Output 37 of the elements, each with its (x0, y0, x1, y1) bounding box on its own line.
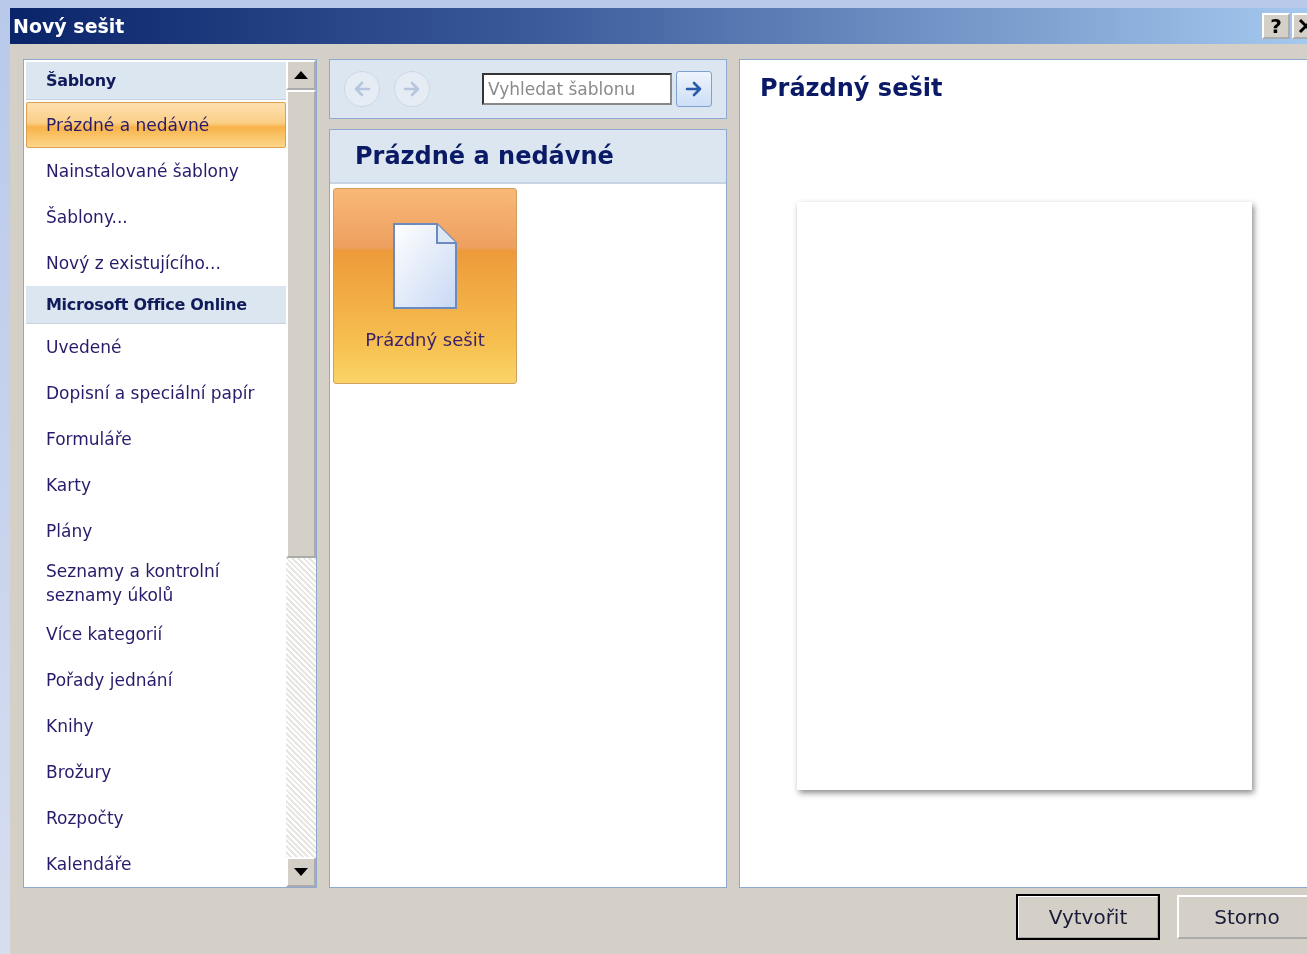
search-field[interactable]: Vyhledat šablonu (482, 73, 672, 105)
category-item[interactable]: Prázdné a nedávné (26, 102, 286, 148)
window-title: Nový sešit (13, 15, 126, 37)
scrollbar[interactable] (286, 60, 316, 887)
scroll-up-button[interactable] (286, 60, 316, 90)
dialog-button[interactable]: Vytvořit (1017, 895, 1159, 939)
category-header: Šablony (26, 62, 286, 100)
preview-title: Prázdný sešit (759, 73, 944, 104)
category-item[interactable]: Šablony... (26, 194, 286, 240)
category-item[interactable]: Knihy (26, 703, 286, 749)
down-triangle-icon (294, 868, 308, 876)
template-tile[interactable]: Prázdný sešit (333, 188, 517, 384)
category-item[interactable]: Dopisní a speciální papír (26, 370, 286, 416)
category-item[interactable]: Uvedené (26, 324, 286, 370)
category-item[interactable]: Nový z existujícího... (26, 240, 286, 286)
search-go-button[interactable] (676, 71, 712, 107)
category-item[interactable]: Brožury (26, 749, 286, 795)
category-header: Microsoft Office Online (26, 286, 286, 324)
category-item[interactable]: Seznamy a kontrolní seznamy úkolů (26, 554, 286, 611)
blank-document-icon (393, 222, 457, 309)
category-item[interactable]: Karty (26, 462, 286, 508)
right-arrow-icon (684, 80, 704, 98)
help-button[interactable]: ? (1262, 13, 1290, 39)
category-item[interactable]: Kalendáře (26, 841, 286, 887)
scroll-thumb[interactable] (286, 90, 316, 558)
category-item[interactable]: Rozpočty (26, 795, 286, 841)
up-triangle-icon (294, 71, 308, 79)
gallery-title: Prázdné a nedávné (330, 130, 726, 184)
scroll-down-button[interactable] (286, 857, 316, 887)
category-item[interactable]: Nainstalované šablony (26, 148, 286, 194)
dialog-button[interactable]: Storno (1177, 895, 1307, 939)
category-item[interactable]: Plány (26, 508, 286, 554)
right-arrow-icon (402, 80, 422, 98)
left-arrow-icon (352, 80, 372, 98)
category-item[interactable]: Formuláře (26, 416, 286, 462)
category-item[interactable]: Více kategorií (26, 611, 286, 657)
category-item[interactable]: Pořady jednání (26, 657, 286, 703)
